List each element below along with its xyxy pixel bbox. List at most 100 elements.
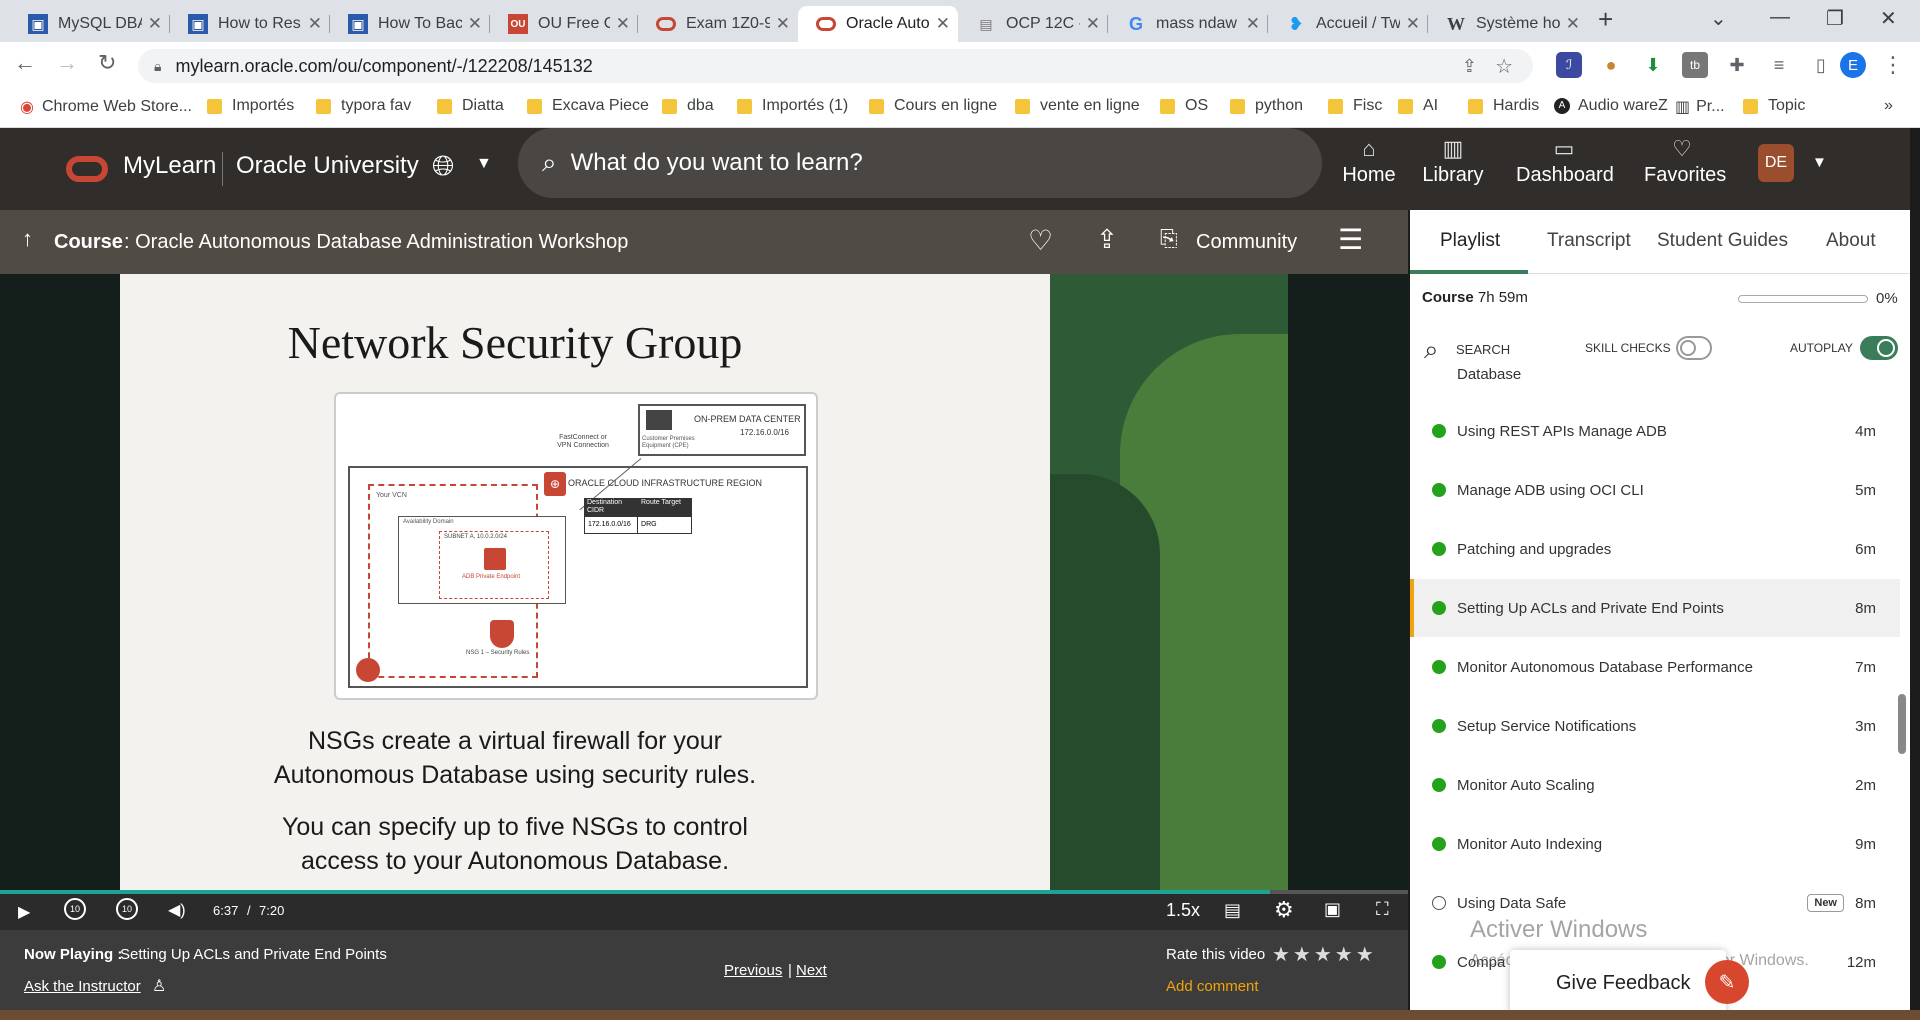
bookmark-folder[interactable]: AI xyxy=(1398,97,1438,115)
give-feedback-button[interactable]: Give Feedback xyxy=(1510,950,1726,1016)
favorite-heart-icon[interactable]: ♡ xyxy=(1028,224,1053,257)
browser-tab[interactable]: Exam 1Z0-9 ✕ xyxy=(638,6,798,42)
nav-home[interactable]: ⌂ Home xyxy=(1336,136,1402,187)
playback-speed[interactable]: 1.5x xyxy=(1166,900,1200,921)
cookie-extension-icon[interactable]: ● xyxy=(1598,52,1624,78)
close-tab-icon[interactable]: ✕ xyxy=(308,14,322,34)
bookmark-folder[interactable]: Fisc xyxy=(1328,97,1382,115)
media-control-icon[interactable]: ≡ xyxy=(1766,52,1792,78)
list-item[interactable]: Patching and upgrades 6m xyxy=(1410,520,1900,578)
list-item[interactable]: Monitor Auto Scaling 2m xyxy=(1410,756,1900,814)
browser-tab[interactable]: ▣ How to Res ✕ xyxy=(170,6,330,42)
bookmark-folder[interactable]: vente en ligne xyxy=(1015,97,1140,115)
ask-instructor-link[interactable]: Ask the Instructor xyxy=(24,978,141,995)
oracle-logo-icon[interactable] xyxy=(66,156,108,182)
bookmark-folder[interactable]: Hardis xyxy=(1468,97,1539,115)
bookmark-folder[interactable]: python xyxy=(1230,97,1303,115)
community-icon[interactable]: ⎘ xyxy=(1160,226,1178,252)
close-tab-icon[interactable]: ✕ xyxy=(936,14,950,34)
arrow-up-icon[interactable]: ↑ xyxy=(22,226,33,252)
bookmark-folder[interactable]: dba xyxy=(662,97,714,115)
partial-list-item[interactable]: Database xyxy=(1457,366,1521,380)
extension-icon[interactable]: ℐ xyxy=(1556,52,1582,78)
close-tab-icon[interactable]: ✕ xyxy=(616,14,630,34)
forward-10-icon[interactable]: 10 xyxy=(116,898,138,920)
browser-tab[interactable]: ▣ MySQL DBA ✕ xyxy=(10,6,170,42)
browser-tab[interactable]: ▣ How To Bac ✕ xyxy=(330,6,490,42)
settings-gear-icon[interactable]: ⚙ xyxy=(1274,897,1294,923)
restore-icon[interactable]: ❐ xyxy=(1826,6,1844,31)
bookmark-item[interactable]: ▥ Pr... xyxy=(1675,97,1725,117)
bookmark-folder[interactable]: Cours en ligne xyxy=(869,97,997,115)
close-tab-icon[interactable]: ✕ xyxy=(1246,14,1260,34)
rewind-10-icon[interactable]: 10 xyxy=(64,898,86,920)
user-menu-chevron-icon[interactable]: ▼ xyxy=(1812,154,1827,171)
bookmark-folder[interactable]: Excava Piece xyxy=(527,97,649,115)
feedback-chat-icon[interactable]: ✎ xyxy=(1705,960,1749,1004)
back-icon[interactable]: ← xyxy=(14,50,36,76)
tab-about[interactable]: About xyxy=(1826,230,1876,252)
bookmark-folder[interactable]: Topic xyxy=(1743,97,1805,115)
brand-name[interactable]: MyLearn xyxy=(123,152,216,180)
profile-avatar[interactable]: E xyxy=(1840,52,1866,78)
list-item[interactable]: Setup Service Notifications 3m xyxy=(1410,697,1900,755)
rating-stars[interactable]: ★★★★★ xyxy=(1272,942,1377,967)
search-icon[interactable]: ⌕ xyxy=(1424,334,1439,366)
download-extension-icon[interactable]: ⬇ xyxy=(1640,52,1666,78)
browser-tab[interactable]: ❥ Accueil / Tw ✕ xyxy=(1268,6,1428,42)
list-item[interactable]: Using REST APIs Manage ADB 4m xyxy=(1410,402,1900,460)
nav-library[interactable]: ▥ Library xyxy=(1422,136,1484,187)
bookmark-item[interactable]: A Audio wareZ xyxy=(1554,97,1668,115)
close-tab-icon[interactable]: ✕ xyxy=(1406,14,1420,34)
community-link[interactable]: Community xyxy=(1196,231,1297,254)
language-chevron-icon[interactable]: ▼ xyxy=(476,155,492,173)
reload-icon[interactable]: ↻ xyxy=(98,50,116,76)
bookmark-folder[interactable]: OS xyxy=(1160,97,1208,115)
bookmark-item[interactable]: ◉ Chrome Web Store... xyxy=(20,97,192,117)
list-item-active[interactable]: Setting Up ACLs and Private End Points 8m xyxy=(1410,579,1900,637)
share-icon[interactable]: ⇪ xyxy=(1462,56,1477,77)
next-link[interactable]: Next xyxy=(796,962,827,979)
volume-icon[interactable]: ◀) xyxy=(168,900,186,920)
list-item[interactable]: Manage ADB using OCI CLI 5m xyxy=(1410,461,1900,519)
language-globe-icon[interactable]: 🌐︎ xyxy=(432,150,454,183)
nav-favorites[interactable]: ♡ Favorites xyxy=(1644,136,1726,187)
side-panel-icon[interactable]: ▯ xyxy=(1808,52,1834,78)
playlist-toggle-icon[interactable]: ☰ xyxy=(1338,223,1363,256)
browser-tab[interactable]: W Système ho ✕ xyxy=(1428,6,1588,42)
picture-in-picture-icon[interactable]: ▣ xyxy=(1324,899,1341,920)
tab-playlist[interactable]: Playlist xyxy=(1440,230,1500,252)
close-tab-icon[interactable]: ✕ xyxy=(468,14,482,34)
skill-checks-toggle[interactable] xyxy=(1676,336,1712,360)
close-tab-icon[interactable]: ✕ xyxy=(1566,14,1580,34)
extensions-puzzle-icon[interactable]: ✚ xyxy=(1724,52,1750,78)
bookmark-folder[interactable]: Importés (1) xyxy=(737,97,848,115)
playlist-search[interactable]: SEARCH xyxy=(1456,342,1510,357)
tab-transcript[interactable]: Transcript xyxy=(1547,230,1631,252)
autoplay-toggle[interactable] xyxy=(1860,336,1898,360)
previous-link[interactable]: Previous xyxy=(724,962,782,979)
bookmark-folder[interactable]: typora fav xyxy=(316,97,411,115)
list-item[interactable]: Monitor Auto Indexing 9m xyxy=(1410,815,1900,873)
captions-icon[interactable]: ▤ xyxy=(1224,900,1241,921)
instructor-icon[interactable]: ♙ xyxy=(152,976,166,996)
url-field[interactable]: 🔒︎ mylearn.oracle.com/ou/component/-/122… xyxy=(138,49,1533,83)
fullscreen-icon[interactable]: ⛶ xyxy=(1376,899,1389,920)
bookmark-folder[interactable]: Importés xyxy=(207,97,294,115)
new-tab-icon[interactable]: + xyxy=(1598,4,1613,35)
browser-tab[interactable]: ▤OCP 12C - I✕ xyxy=(958,6,1108,42)
close-tab-icon[interactable]: ✕ xyxy=(776,14,790,34)
close-tab-icon[interactable]: ✕ xyxy=(1086,14,1100,34)
close-tab-icon[interactable]: ✕ xyxy=(148,14,162,34)
play-icon[interactable]: ▶ xyxy=(18,902,30,922)
forward-icon[interactable]: → xyxy=(56,50,78,76)
close-window-icon[interactable]: ✕ xyxy=(1880,6,1897,31)
video-player[interactable]: Network Security Group ON-PREM DATA CENT… xyxy=(0,274,1408,890)
add-comment-link[interactable]: Add comment xyxy=(1166,978,1259,995)
user-avatar[interactable]: DE xyxy=(1758,144,1794,182)
browser-tab[interactable]: OUOU Free OC✕ xyxy=(490,6,638,42)
list-item[interactable]: Monitor Autonomous Database Performance 7… xyxy=(1410,638,1900,696)
more-bookmarks-icon[interactable]: » xyxy=(1884,97,1893,115)
browser-tab[interactable]: Gmass ndaw ✕ xyxy=(1108,6,1268,42)
browser-menu-icon[interactable]: ⋮ xyxy=(1880,52,1906,78)
